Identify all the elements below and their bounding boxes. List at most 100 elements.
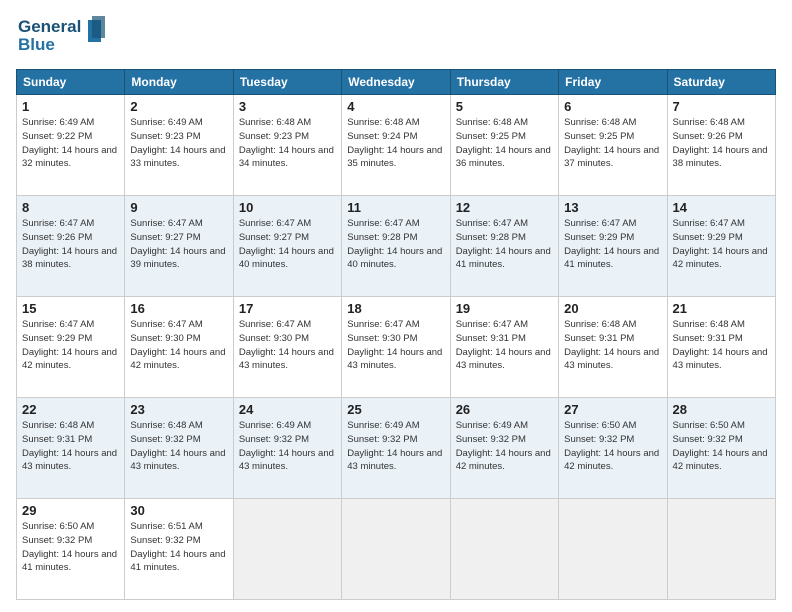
cell-content: Sunrise: 6:49 AMSunset: 9:22 PMDaylight:… <box>22 116 119 171</box>
day-number: 15 <box>22 301 119 316</box>
calendar-cell <box>667 499 775 600</box>
logo: General Blue <box>16 12 106 61</box>
logo-block: General Blue <box>16 12 106 61</box>
calendar-cell: 7 Sunrise: 6:48 AMSunset: 9:26 PMDayligh… <box>667 95 775 196</box>
calendar-cell: 17 Sunrise: 6:47 AMSunset: 9:30 PMDaylig… <box>233 297 341 398</box>
day-number: 24 <box>239 402 336 417</box>
calendar-cell: 1 Sunrise: 6:49 AMSunset: 9:22 PMDayligh… <box>17 95 125 196</box>
cell-content: Sunrise: 6:47 AMSunset: 9:28 PMDaylight:… <box>456 217 553 272</box>
header: General Blue <box>16 12 776 61</box>
day-number: 9 <box>130 200 227 215</box>
cell-content: Sunrise: 6:51 AMSunset: 9:32 PMDaylight:… <box>130 520 227 575</box>
cell-content: Sunrise: 6:47 AMSunset: 9:30 PMDaylight:… <box>239 318 336 373</box>
day-number: 3 <box>239 99 336 114</box>
cell-content: Sunrise: 6:48 AMSunset: 9:31 PMDaylight:… <box>564 318 661 373</box>
cell-content: Sunrise: 6:47 AMSunset: 9:29 PMDaylight:… <box>673 217 770 272</box>
cell-content: Sunrise: 6:47 AMSunset: 9:26 PMDaylight:… <box>22 217 119 272</box>
day-number: 10 <box>239 200 336 215</box>
day-number: 12 <box>456 200 553 215</box>
cell-content: Sunrise: 6:50 AMSunset: 9:32 PMDaylight:… <box>564 419 661 474</box>
weekday-header: Wednesday <box>342 70 450 95</box>
calendar-cell: 22 Sunrise: 6:48 AMSunset: 9:31 PMDaylig… <box>17 398 125 499</box>
weekday-header: Tuesday <box>233 70 341 95</box>
day-number: 11 <box>347 200 444 215</box>
day-number: 5 <box>456 99 553 114</box>
cell-content: Sunrise: 6:48 AMSunset: 9:26 PMDaylight:… <box>673 116 770 171</box>
page: General Blue SundayMondayTuesdayWednesda… <box>0 0 792 612</box>
calendar-week-row: 15 Sunrise: 6:47 AMSunset: 9:29 PMDaylig… <box>17 297 776 398</box>
svg-text:General: General <box>18 17 81 36</box>
calendar-week-row: 22 Sunrise: 6:48 AMSunset: 9:31 PMDaylig… <box>17 398 776 499</box>
calendar-cell: 20 Sunrise: 6:48 AMSunset: 9:31 PMDaylig… <box>559 297 667 398</box>
calendar-cell <box>233 499 341 600</box>
calendar-cell: 2 Sunrise: 6:49 AMSunset: 9:23 PMDayligh… <box>125 95 233 196</box>
calendar-week-row: 29 Sunrise: 6:50 AMSunset: 9:32 PMDaylig… <box>17 499 776 600</box>
weekday-header: Thursday <box>450 70 558 95</box>
cell-content: Sunrise: 6:48 AMSunset: 9:25 PMDaylight:… <box>456 116 553 171</box>
calendar-cell: 24 Sunrise: 6:49 AMSunset: 9:32 PMDaylig… <box>233 398 341 499</box>
cell-content: Sunrise: 6:47 AMSunset: 9:27 PMDaylight:… <box>239 217 336 272</box>
calendar-cell <box>450 499 558 600</box>
cell-content: Sunrise: 6:47 AMSunset: 9:27 PMDaylight:… <box>130 217 227 272</box>
day-number: 17 <box>239 301 336 316</box>
cell-content: Sunrise: 6:47 AMSunset: 9:31 PMDaylight:… <box>456 318 553 373</box>
cell-content: Sunrise: 6:47 AMSunset: 9:29 PMDaylight:… <box>564 217 661 272</box>
day-number: 21 <box>673 301 770 316</box>
calendar-cell: 25 Sunrise: 6:49 AMSunset: 9:32 PMDaylig… <box>342 398 450 499</box>
cell-content: Sunrise: 6:49 AMSunset: 9:32 PMDaylight:… <box>239 419 336 474</box>
day-number: 22 <box>22 402 119 417</box>
cell-content: Sunrise: 6:47 AMSunset: 9:30 PMDaylight:… <box>130 318 227 373</box>
calendar-cell: 12 Sunrise: 6:47 AMSunset: 9:28 PMDaylig… <box>450 196 558 297</box>
day-number: 23 <box>130 402 227 417</box>
calendar-cell: 29 Sunrise: 6:50 AMSunset: 9:32 PMDaylig… <box>17 499 125 600</box>
calendar-week-row: 8 Sunrise: 6:47 AMSunset: 9:26 PMDayligh… <box>17 196 776 297</box>
cell-content: Sunrise: 6:48 AMSunset: 9:32 PMDaylight:… <box>130 419 227 474</box>
weekday-header: Saturday <box>667 70 775 95</box>
calendar-cell: 8 Sunrise: 6:47 AMSunset: 9:26 PMDayligh… <box>17 196 125 297</box>
calendar-cell: 4 Sunrise: 6:48 AMSunset: 9:24 PMDayligh… <box>342 95 450 196</box>
day-number: 19 <box>456 301 553 316</box>
cell-content: Sunrise: 6:49 AMSunset: 9:32 PMDaylight:… <box>347 419 444 474</box>
calendar-cell: 30 Sunrise: 6:51 AMSunset: 9:32 PMDaylig… <box>125 499 233 600</box>
calendar-cell: 15 Sunrise: 6:47 AMSunset: 9:29 PMDaylig… <box>17 297 125 398</box>
svg-text:Blue: Blue <box>18 35 55 54</box>
day-number: 6 <box>564 99 661 114</box>
day-number: 26 <box>456 402 553 417</box>
cell-content: Sunrise: 6:50 AMSunset: 9:32 PMDaylight:… <box>673 419 770 474</box>
calendar-cell: 13 Sunrise: 6:47 AMSunset: 9:29 PMDaylig… <box>559 196 667 297</box>
calendar-cell <box>559 499 667 600</box>
calendar-week-row: 1 Sunrise: 6:49 AMSunset: 9:22 PMDayligh… <box>17 95 776 196</box>
day-number: 14 <box>673 200 770 215</box>
cell-content: Sunrise: 6:49 AMSunset: 9:32 PMDaylight:… <box>456 419 553 474</box>
calendar-cell: 26 Sunrise: 6:49 AMSunset: 9:32 PMDaylig… <box>450 398 558 499</box>
day-number: 8 <box>22 200 119 215</box>
cell-content: Sunrise: 6:50 AMSunset: 9:32 PMDaylight:… <box>22 520 119 575</box>
cell-content: Sunrise: 6:48 AMSunset: 9:23 PMDaylight:… <box>239 116 336 171</box>
calendar-table: SundayMondayTuesdayWednesdayThursdayFrid… <box>16 69 776 600</box>
cell-content: Sunrise: 6:48 AMSunset: 9:31 PMDaylight:… <box>22 419 119 474</box>
weekday-header: Friday <box>559 70 667 95</box>
weekday-header: Sunday <box>17 70 125 95</box>
day-number: 20 <box>564 301 661 316</box>
day-number: 29 <box>22 503 119 518</box>
cell-content: Sunrise: 6:49 AMSunset: 9:23 PMDaylight:… <box>130 116 227 171</box>
weekday-header: Monday <box>125 70 233 95</box>
day-number: 4 <box>347 99 444 114</box>
day-number: 28 <box>673 402 770 417</box>
calendar-cell: 16 Sunrise: 6:47 AMSunset: 9:30 PMDaylig… <box>125 297 233 398</box>
cell-content: Sunrise: 6:48 AMSunset: 9:24 PMDaylight:… <box>347 116 444 171</box>
calendar-cell: 18 Sunrise: 6:47 AMSunset: 9:30 PMDaylig… <box>342 297 450 398</box>
day-number: 18 <box>347 301 444 316</box>
cell-content: Sunrise: 6:48 AMSunset: 9:25 PMDaylight:… <box>564 116 661 171</box>
cell-content: Sunrise: 6:48 AMSunset: 9:31 PMDaylight:… <box>673 318 770 373</box>
calendar-cell: 3 Sunrise: 6:48 AMSunset: 9:23 PMDayligh… <box>233 95 341 196</box>
day-number: 13 <box>564 200 661 215</box>
calendar-cell: 23 Sunrise: 6:48 AMSunset: 9:32 PMDaylig… <box>125 398 233 499</box>
calendar-cell <box>342 499 450 600</box>
day-number: 7 <box>673 99 770 114</box>
calendar-cell: 9 Sunrise: 6:47 AMSunset: 9:27 PMDayligh… <box>125 196 233 297</box>
calendar-cell: 27 Sunrise: 6:50 AMSunset: 9:32 PMDaylig… <box>559 398 667 499</box>
day-number: 16 <box>130 301 227 316</box>
cell-content: Sunrise: 6:47 AMSunset: 9:30 PMDaylight:… <box>347 318 444 373</box>
day-number: 25 <box>347 402 444 417</box>
